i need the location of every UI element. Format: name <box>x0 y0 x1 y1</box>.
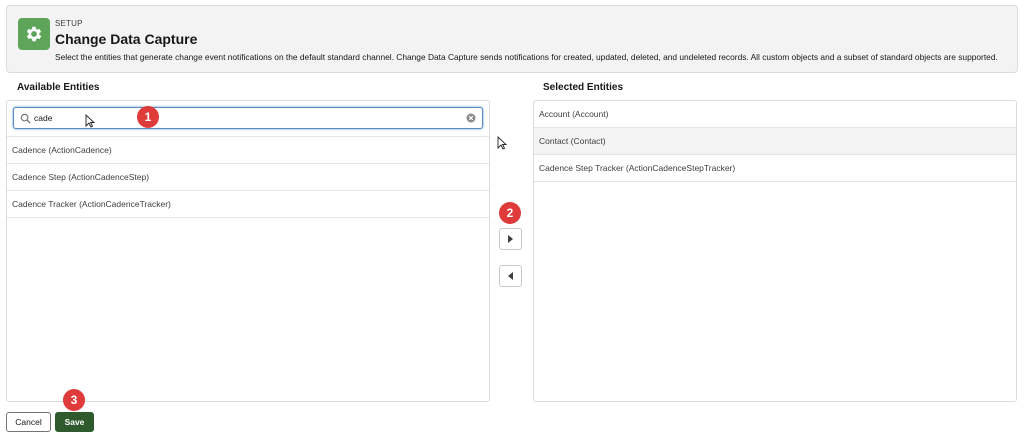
cancel-button[interactable]: Cancel <box>6 412 51 432</box>
page-description: Select the entities that generate change… <box>55 52 998 62</box>
search-input[interactable] <box>34 111 454 125</box>
available-item[interactable]: Cadence Tracker (ActionCadenceTracker) <box>7 191 489 218</box>
page-title: Change Data Capture <box>55 31 198 47</box>
arrow-left-icon <box>508 272 513 280</box>
available-entities-label: Available Entities <box>17 82 100 93</box>
save-button[interactable]: Save <box>55 412 94 432</box>
breadcrumb: SETUP <box>55 19 83 28</box>
move-left-button[interactable] <box>499 265 522 287</box>
clear-search-icon[interactable] <box>466 113 476 123</box>
available-item[interactable]: Cadence Step (ActionCadenceStep) <box>7 164 489 191</box>
mouse-cursor-icon <box>85 114 95 128</box>
step-badge-2: 2 <box>499 202 521 224</box>
arrow-right-icon <box>508 235 513 243</box>
step-badge-1: 1 <box>137 106 159 128</box>
selected-item[interactable]: Account (Account) <box>534 101 1016 128</box>
move-right-button[interactable] <box>499 228 522 250</box>
step-badge-3: 3 <box>63 389 85 411</box>
page-header: SETUP Change Data Capture Select the ent… <box>6 5 1018 73</box>
selected-item[interactable]: Cadence Step Tracker (ActionCadenceStepT… <box>534 155 1016 182</box>
mouse-cursor-icon <box>497 136 507 150</box>
gear-icon <box>18 18 50 50</box>
search-icon <box>20 113 31 124</box>
selected-entities-label: Selected Entities <box>543 82 624 93</box>
available-entities-list: Cadence (ActionCadence) Cadence Step (Ac… <box>6 100 490 402</box>
selected-item[interactable]: Contact (Contact) <box>534 128 1016 155</box>
search-box <box>13 107 483 129</box>
selected-entities-list: Account (Account) Contact (Contact) Cade… <box>533 100 1017 402</box>
available-item[interactable]: Cadence (ActionCadence) <box>7 137 489 164</box>
